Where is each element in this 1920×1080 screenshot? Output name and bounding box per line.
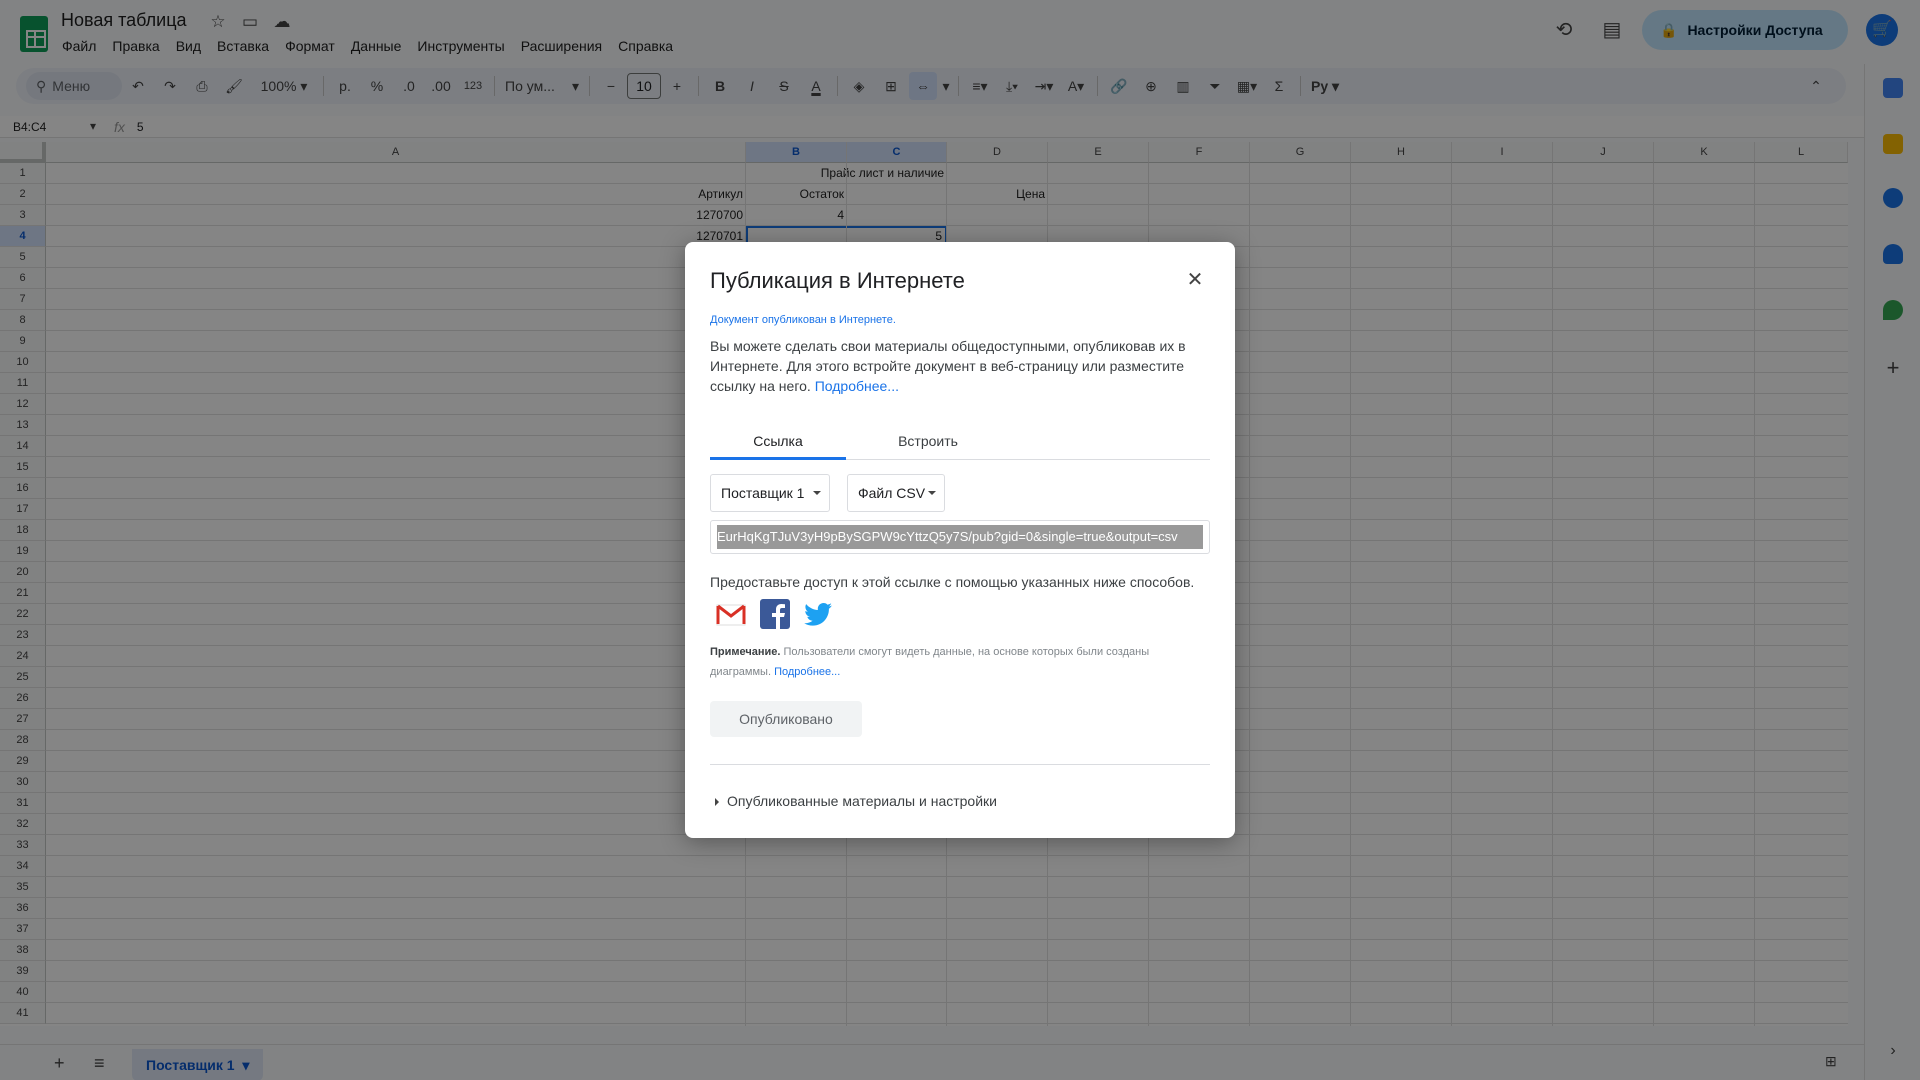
sheet-select[interactable]: Поставщик 1 [710,474,830,512]
description-text: Вы можете сделать свои материалы общедос… [710,338,1186,394]
published-url-text: EurHqKgTJuV3yH9pBySGPW9cYttzQ5y7S/pub?gi… [717,525,1203,549]
sheets-app: Новая таблица ☆ ▭ ☁ Файл Правка Вид Вста… [0,0,1920,1080]
gmail-icon[interactable] [715,598,747,630]
note-learn-more-link[interactable]: Подробнее... [774,666,840,678]
published-url-field[interactable]: EurHqKgTJuV3yH9pBySGPW9cYttzQ5y7S/pub?gi… [710,520,1210,554]
publish-status: Документ опубликован в Интернете. [710,314,896,326]
publish-tabs: Ссылка Встроить [710,428,1210,460]
chart-data-note: Примечание. Пользователи смогут видеть д… [710,642,1180,682]
tab-link[interactable]: Ссылка [710,428,846,460]
dialog-title: Публикация в Интернете [710,268,965,293]
publish-dialog: Публикация в Интернете ✕ Документ опубли… [685,242,1235,838]
share-instructions: Предоставьте доступ к этой ссылке с помо… [710,574,1195,590]
close-icon[interactable]: ✕ [1183,268,1207,292]
published-button[interactable]: Опубликовано [710,701,862,737]
learn-more-link[interactable]: Подробнее... [815,378,899,394]
published-content-settings-toggle[interactable]: Опубликованные материалы и настройки [715,793,997,809]
divider [710,764,1210,765]
twitter-icon[interactable] [802,598,834,630]
note-label: Примечание. [710,646,781,658]
facebook-icon[interactable] [759,598,791,630]
format-select[interactable]: Файл CSV [847,474,945,512]
tab-embed[interactable]: Встроить [860,428,996,460]
dialog-description: Вы можете сделать свои материалы общедос… [710,336,1210,396]
